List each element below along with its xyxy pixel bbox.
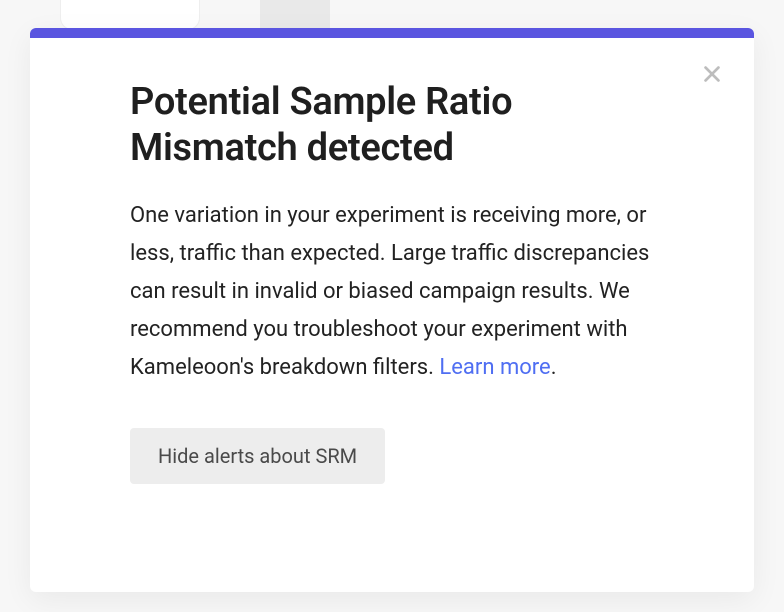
learn-more-link[interactable]: Learn more <box>439 355 550 380</box>
close-icon <box>701 63 723 85</box>
hide-alerts-button[interactable]: Hide alerts about SRM <box>130 428 385 484</box>
modal-body: Potential Sample Ratio Mismatch detected… <box>30 38 754 524</box>
modal-description-text: One variation in your experiment is rece… <box>130 203 649 379</box>
srm-alert-modal: Potential Sample Ratio Mismatch detected… <box>30 28 754 592</box>
modal-actions: Hide alerts about SRM <box>130 428 654 484</box>
modal-description-period: . <box>551 355 557 380</box>
modal-description: One variation in your experiment is rece… <box>130 197 650 386</box>
close-button[interactable] <box>698 60 726 88</box>
modal-accent-bar <box>30 28 754 38</box>
background-column-hint <box>260 0 330 30</box>
modal-title: Potential Sample Ratio Mismatch detected <box>130 80 654 171</box>
background-tab-hint <box>60 0 200 30</box>
